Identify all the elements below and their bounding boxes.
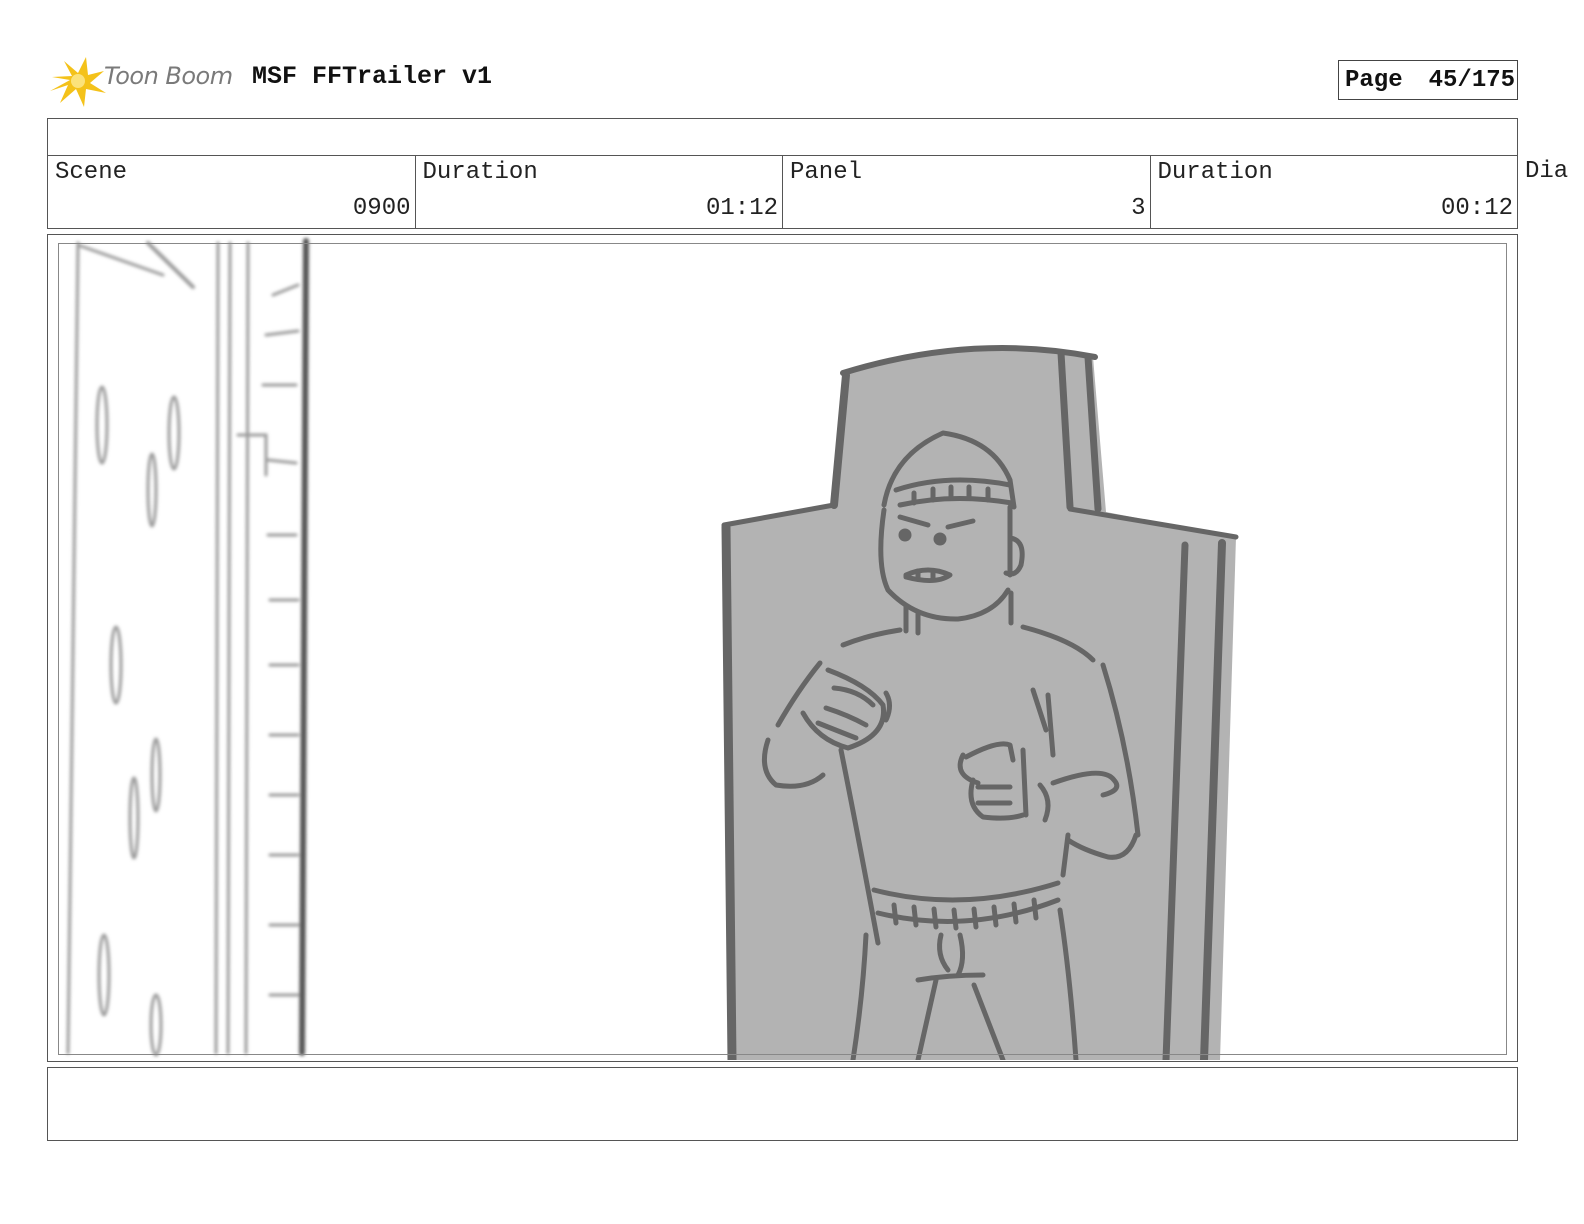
page-label: Page [1345,66,1403,94]
panel-info-row: Scene 0900 Duration 01:12 Panel 3 Durati… [47,155,1518,229]
scene-duration-cell: Duration 01:12 [416,156,783,228]
scene-duration-label: Duration [422,159,538,186]
panel-duration-cell: Duration 00:12 [1151,156,1518,228]
scene-value: 0900 [352,195,411,222]
scene-label: Scene [55,159,128,186]
panel-notes-box[interactable] [47,1067,1518,1141]
panel-cell: Panel 3 [783,156,1151,228]
page-number: 45/175 [1428,66,1516,94]
scene-duration-value: 01:12 [705,195,778,222]
panel-value: 3 [1131,195,1146,222]
sequence-title-band [47,118,1518,155]
page-indicator: Page 45/175 [1338,60,1518,100]
scene-cell: Scene 0900 [48,156,416,228]
panel-label: Panel [790,159,863,186]
panel-duration-label: Duration [1157,159,1273,186]
logo-text: Toon Boom [104,62,233,90]
safe-area-border [58,243,1507,1055]
panel-duration-value: 00:12 [1440,195,1513,222]
project-title: MSF FFTrailer v1 [252,62,493,91]
dialog-label-truncated: Dia [1525,158,1569,185]
storyboard-panel-frame [47,234,1518,1062]
